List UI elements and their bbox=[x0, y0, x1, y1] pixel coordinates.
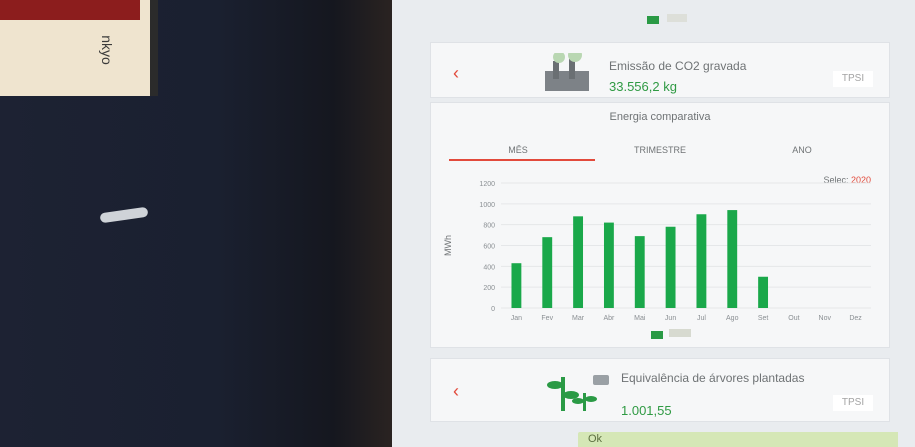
chart-legend-swatch bbox=[651, 331, 663, 339]
x-tick-label: Fev bbox=[541, 315, 553, 322]
energy-chart-card: Energia comparativa MÊS TRIMESTRE ANO Se… bbox=[430, 102, 890, 348]
cardboard-box: nkyo bbox=[0, 0, 158, 96]
x-tick-label: Mai bbox=[634, 315, 646, 322]
bar-mai bbox=[634, 236, 645, 308]
box-stripe bbox=[0, 0, 140, 20]
brand-logo: TPSI bbox=[833, 395, 873, 411]
x-tick-label: Nov bbox=[819, 315, 832, 322]
tab-year[interactable]: ANO bbox=[731, 145, 873, 155]
y-tick-label: 0 bbox=[491, 306, 495, 313]
active-tab-indicator bbox=[449, 159, 595, 161]
bar-jun bbox=[665, 226, 676, 308]
y-axis-label: MWh bbox=[443, 235, 453, 256]
y-tick-label: 400 bbox=[483, 264, 495, 271]
brand-logo: TPSI bbox=[833, 71, 873, 87]
y-tick-label: 600 bbox=[483, 244, 495, 251]
bar-mar bbox=[573, 216, 584, 308]
plant-icon bbox=[547, 375, 609, 411]
x-tick-label: Mar bbox=[572, 315, 585, 322]
trees-equivalence-card[interactable]: ‹ Equivalência de árvores plantadas 1.00… bbox=[430, 358, 890, 422]
y-tick-label: 1000 bbox=[479, 202, 495, 209]
bar-jan bbox=[511, 263, 522, 308]
back-chevron-icon[interactable]: ‹ bbox=[453, 381, 459, 402]
box-label: nkyo bbox=[98, 35, 115, 65]
energy-bar-chart: MWh 0 200 400 600 800 1000 1200 Jan Fev Mar Abr Mai J… bbox=[443, 181, 871, 322]
y-tick-label: 200 bbox=[483, 285, 495, 292]
chart-legend-label-placeholder bbox=[669, 329, 691, 337]
bar-ago bbox=[727, 210, 738, 308]
bar-fev bbox=[542, 237, 553, 308]
x-tick-label: Set bbox=[758, 315, 769, 322]
bar-set bbox=[758, 276, 769, 308]
trees-title: Equivalência de árvores plantadas bbox=[621, 371, 805, 385]
trees-value: 1.001,55 bbox=[621, 403, 672, 418]
back-chevron-icon[interactable]: ‹ bbox=[453, 63, 459, 84]
y-tick-label: 1200 bbox=[479, 181, 495, 188]
co2-value: 33.556,2 kg bbox=[609, 79, 677, 94]
x-tick-label: Dez bbox=[849, 315, 862, 322]
x-tick-label: Jun bbox=[665, 315, 676, 322]
bottom-banner-text: Ok bbox=[588, 433, 603, 445]
tab-month[interactable]: MÊS bbox=[447, 145, 589, 155]
chart-title: Energia comparativa bbox=[609, 111, 711, 123]
x-tick-label: Jan bbox=[511, 315, 522, 322]
y-tick-label: 800 bbox=[483, 223, 495, 230]
device-screen: ‹ Emissão de CO2 gravada 33.556,2 kg TPS… bbox=[392, 0, 915, 447]
legend-swatch bbox=[647, 16, 659, 24]
tab-quarter[interactable]: TRIMESTRE bbox=[589, 145, 731, 155]
x-tick-label: Jul bbox=[697, 315, 706, 322]
x-tick-label: Abr bbox=[603, 315, 615, 322]
bar-jul bbox=[696, 214, 707, 308]
x-tick-label: Ago bbox=[726, 315, 739, 322]
bar-abr bbox=[603, 222, 614, 308]
x-tick-label: Out bbox=[788, 315, 799, 322]
legend-label-placeholder bbox=[667, 14, 687, 22]
factory-icon bbox=[545, 53, 589, 91]
bottom-banner[interactable]: Ok bbox=[578, 432, 898, 447]
co2-emission-card[interactable]: ‹ Emissão de CO2 gravada 33.556,2 kg TPS… bbox=[430, 42, 890, 98]
co2-title: Emissão de CO2 gravada bbox=[609, 59, 747, 73]
